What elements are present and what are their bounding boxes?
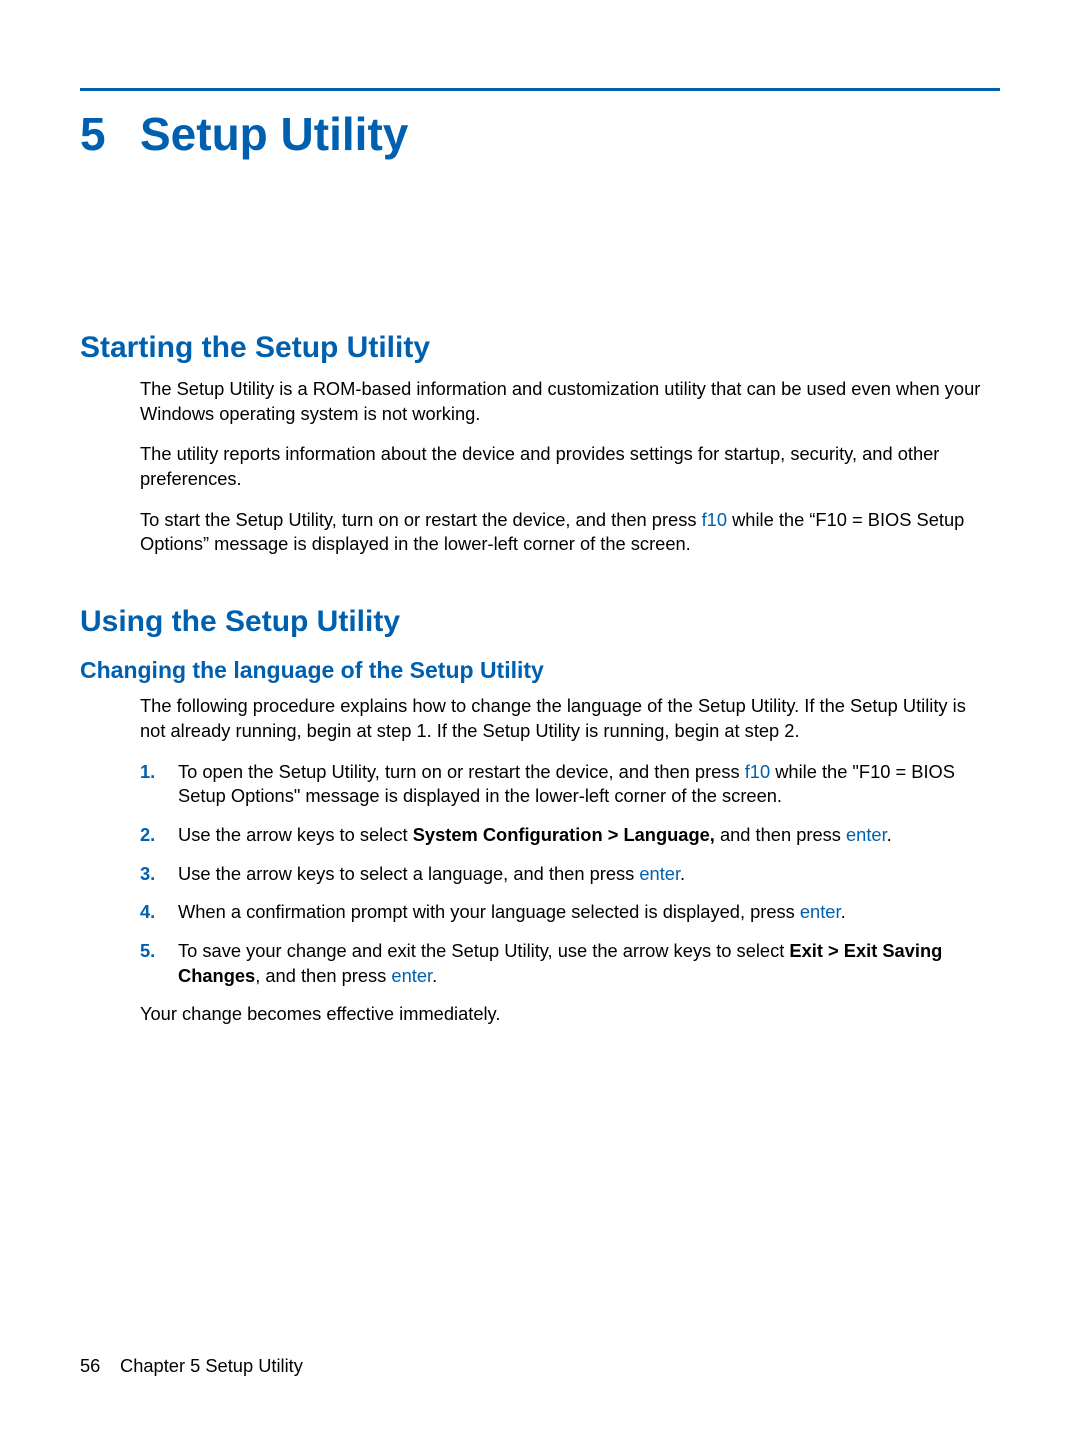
page-footer: 56Chapter 5 Setup Utility [80, 1355, 303, 1377]
para-intro-1: The Setup Utility is a ROM-based informa… [140, 377, 996, 426]
section1-body: The Setup Utility is a ROM-based informa… [140, 377, 996, 557]
step-body: To open the Setup Utility, turn on or re… [178, 760, 996, 809]
step-3: 3. Use the arrow keys to select a langua… [140, 862, 996, 887]
page-number: 56 [80, 1355, 120, 1377]
step-body: Use the arrow keys to select System Conf… [178, 823, 996, 848]
step-number: 3. [140, 862, 178, 887]
spacer [80, 161, 1000, 331]
step-2: 2. Use the arrow keys to select System C… [140, 823, 996, 848]
subsection-heading-language: Changing the language of the Setup Utili… [80, 657, 1000, 684]
section-heading-starting: Starting the Setup Utility [80, 331, 1000, 365]
step-number: 4. [140, 900, 178, 925]
section-heading-using: Using the Setup Utility [80, 605, 1000, 639]
key-f10: f10 [702, 509, 727, 530]
section2-body: The following procedure explains how to … [140, 694, 996, 1027]
step-body: To save your change and exit the Setup U… [178, 939, 996, 988]
para-intro-3: To start the Setup Utility, turn on or r… [140, 508, 996, 557]
step-body: When a confirmation prompt with your lan… [178, 900, 996, 925]
key-enter: enter [800, 901, 841, 922]
spacer [80, 573, 1000, 605]
key-enter: enter [639, 863, 680, 884]
step-number: 5. [140, 939, 178, 964]
step-number: 1. [140, 760, 178, 785]
footer-label: Chapter 5 Setup Utility [120, 1355, 303, 1376]
step-5: 5. To save your change and exit the Setu… [140, 939, 996, 988]
key-enter: enter [391, 965, 432, 986]
steps-list: 1. To open the Setup Utility, turn on or… [140, 760, 996, 989]
chapter-heading: 5 Setup Utility [80, 107, 1000, 161]
step-number: 2. [140, 823, 178, 848]
para-effective: Your change becomes effective immediatel… [140, 1002, 996, 1027]
chapter-title: Setup Utility [140, 107, 408, 161]
bold-sysconfig: System Configuration > Language, [413, 824, 715, 845]
step-4: 4. When a confirmation prompt with your … [140, 900, 996, 925]
key-f10: f10 [745, 761, 770, 782]
step-body: Use the arrow keys to select a language,… [178, 862, 996, 887]
document-page: 5 Setup Utility Starting the Setup Utili… [0, 0, 1080, 1437]
para-lang-intro: The following procedure explains how to … [140, 694, 996, 743]
key-enter: enter [846, 824, 887, 845]
p3-a: To start the Setup Utility, turn on or r… [140, 509, 702, 530]
step-1: 1. To open the Setup Utility, turn on or… [140, 760, 996, 809]
chapter-number: 5 [80, 107, 140, 161]
chapter-rule [80, 88, 1000, 91]
para-intro-2: The utility reports information about th… [140, 442, 996, 491]
